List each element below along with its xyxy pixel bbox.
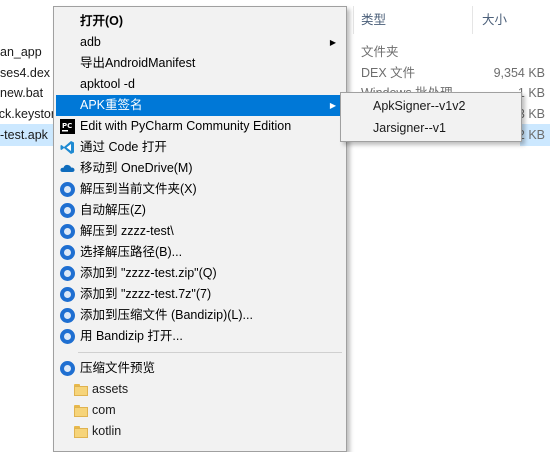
menu-item-label: 选择解压路径(B)... — [80, 245, 183, 259]
bandizip-icon — [60, 245, 75, 260]
chevron-right-icon: ▶ — [329, 101, 336, 110]
menu-item-label: adb — [80, 35, 101, 49]
preview-folder-item[interactable]: kotlin — [56, 421, 344, 442]
menu-item-label: Edit with PyCharm Community Edition — [80, 119, 292, 133]
menu-item-add-to-7z[interactable]: 添加到 "zzzz-test.7z"(7) — [56, 284, 344, 305]
bandizip-icon — [60, 361, 75, 376]
submenu-item-jarsigner[interactable]: Jarsigner--v1 — [343, 117, 519, 139]
file-type: DEX 文件 — [361, 66, 416, 80]
menu-item-auto-extract[interactable]: 自动解压(Z) — [56, 200, 344, 221]
svg-text:PC: PC — [62, 122, 72, 130]
preview-folder-item[interactable]: assets — [56, 379, 344, 400]
menu-item-open[interactable]: 打开(O) — [56, 11, 344, 32]
column-header-size[interactable]: 大小 — [482, 6, 507, 34]
preview-folder-item[interactable]: com — [56, 400, 344, 421]
menu-item-label: 添加到 "zzzz-test.7z"(7) — [80, 287, 212, 301]
chevron-right-icon: ▶ — [329, 38, 336, 47]
column-header-type[interactable]: 类型 — [361, 6, 386, 34]
menu-item-archive-preview[interactable]: 压缩文件预览 — [56, 358, 344, 379]
submenu-item-apksigner[interactable]: ApkSigner--v1v2 — [343, 95, 519, 117]
menu-item-label: 通过 Code 打开 — [80, 140, 167, 154]
menu-item-export-manifest[interactable]: 导出AndroidManifest — [56, 53, 344, 74]
folder-label: assets — [92, 382, 129, 396]
menu-item-adb[interactable]: adb ▶ — [56, 32, 344, 53]
folder-label: com — [92, 403, 116, 417]
submenu-apk-resign: ApkSigner--v1v2 Jarsigner--v1 — [340, 92, 522, 142]
menu-item-apktool[interactable]: apktool -d — [56, 74, 344, 95]
bandizip-icon — [60, 287, 75, 302]
bandizip-icon — [60, 308, 75, 323]
menu-item-pycharm[interactable]: PC Edit with PyCharm Community Edition — [56, 116, 344, 137]
menu-item-label: 导出AndroidManifest — [80, 56, 196, 70]
menu-item-apk-resign[interactable]: APK重签名 ▶ — [56, 95, 344, 116]
bandizip-icon — [60, 182, 75, 197]
menu-item-label: 解压到当前文件夹(X) — [80, 182, 197, 196]
bandizip-icon — [60, 266, 75, 281]
menu-item-add-to-archive[interactable]: 添加到压缩文件 (Bandizip)(L)... — [56, 305, 344, 326]
bandizip-icon — [60, 329, 75, 344]
menu-item-label: 打开(O) — [80, 14, 124, 28]
menu-item-add-to-zip[interactable]: 添加到 "zzzz-test.zip"(Q) — [56, 263, 344, 284]
menu-item-label: 添加到 "zzzz-test.zip"(Q) — [80, 266, 217, 280]
menu-item-label: APK重签名 — [80, 98, 143, 112]
menu-item-label: 解压到 zzzz-test\ — [80, 224, 174, 238]
folder-icon — [74, 384, 88, 396]
folder-icon — [74, 405, 88, 417]
menu-item-onedrive[interactable]: 移动到 OneDrive(M) — [56, 158, 344, 179]
folder-label: kotlin — [92, 424, 122, 438]
column-separator[interactable] — [353, 6, 354, 34]
bandizip-icon — [60, 224, 75, 239]
pycharm-icon: PC — [60, 119, 75, 134]
menu-item-label: 自动解压(Z) — [80, 203, 146, 217]
vscode-icon — [60, 140, 75, 155]
onedrive-icon — [60, 161, 75, 176]
menu-item-label: 移动到 OneDrive(M) — [80, 161, 193, 175]
context-menu: 打开(O) adb ▶ 导出AndroidManifest apktool -d … — [53, 6, 347, 452]
menu-separator — [78, 352, 342, 353]
menu-item-label: 用 Bandizip 打开... — [80, 329, 183, 343]
menu-item-extract-to-folder[interactable]: 解压到 zzzz-test\ — [56, 221, 344, 242]
file-type: 文件夹 — [361, 45, 399, 59]
menu-item-open-with-bandizip[interactable]: 用 Bandizip 打开... — [56, 326, 344, 347]
menu-item-label: 添加到压缩文件 (Bandizip)(L)... — [80, 308, 253, 322]
file-size: 9,354 KB — [493, 66, 545, 80]
bandizip-icon — [60, 203, 75, 218]
menu-item-label: apktool -d — [80, 77, 135, 91]
folder-icon — [74, 426, 88, 438]
column-separator[interactable] — [472, 6, 473, 34]
menu-item-extract-here[interactable]: 解压到当前文件夹(X) — [56, 179, 344, 200]
menu-item-label: 压缩文件预览 — [80, 361, 156, 375]
menu-item-choose-extract-path[interactable]: 选择解压路径(B)... — [56, 242, 344, 263]
menu-item-vscode[interactable]: 通过 Code 打开 — [56, 137, 344, 158]
